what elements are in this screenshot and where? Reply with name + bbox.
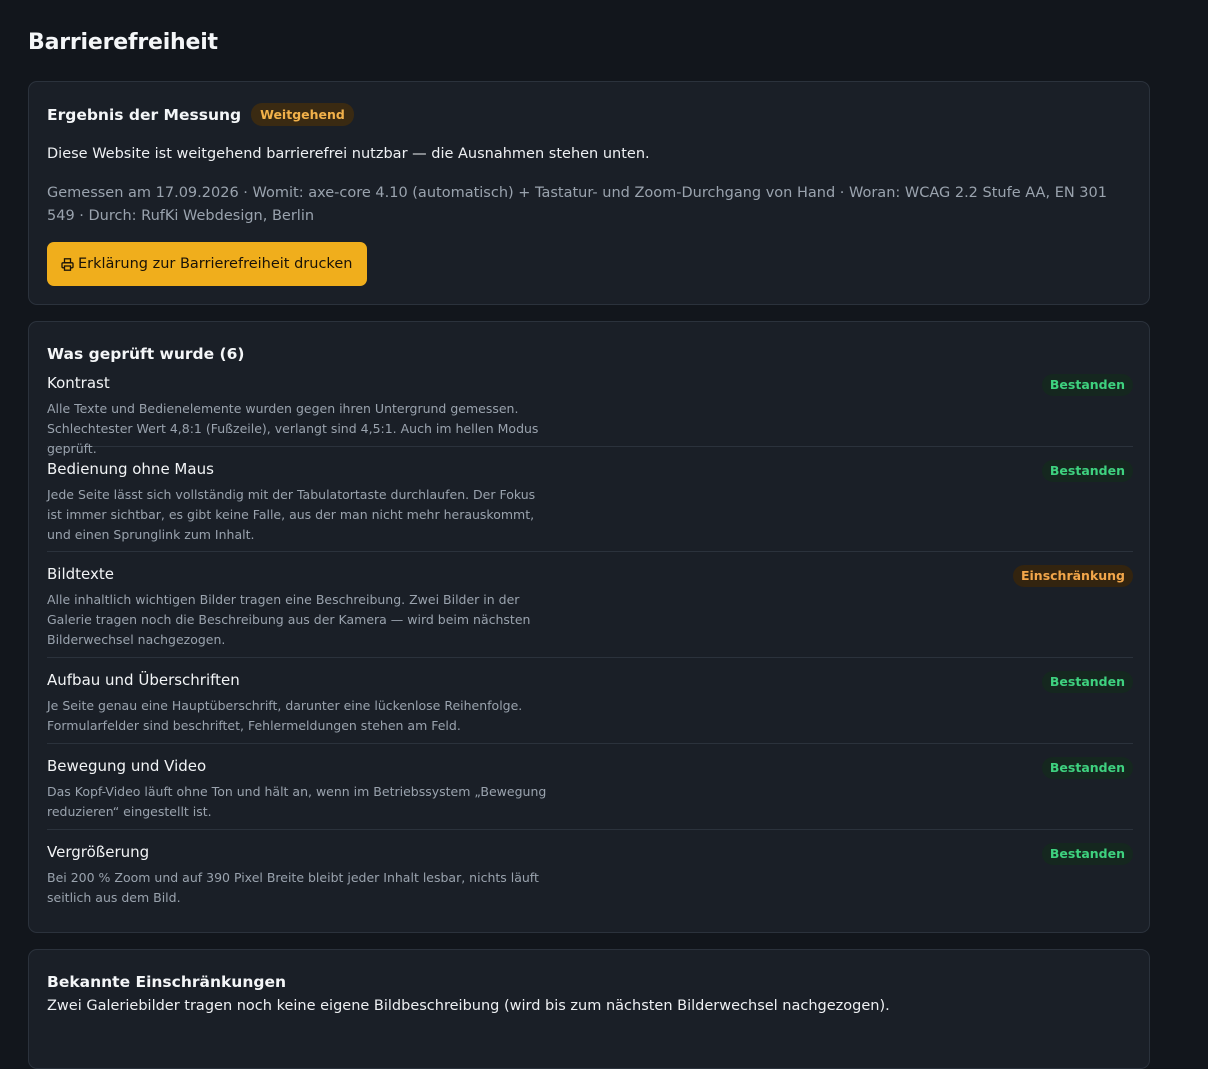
status-badge: Einschränkung	[1012, 565, 1133, 587]
check-name: Bewegung und Video	[47, 757, 207, 775]
check-name: Aufbau und Überschriften	[47, 671, 240, 689]
result-header: Ergebnis der Messung Weitgehend	[47, 103, 354, 126]
check-list: Kontrast Alle Texte und Bedienelemente w…	[47, 370, 1133, 916]
check-name: Bildtexte	[47, 565, 114, 583]
limitations-title: Bekannte Einschränkungen	[47, 973, 287, 991]
status-badge: Bestanden	[1041, 671, 1133, 693]
check-description: Je Seite genau eine Hauptüberschrift, da…	[47, 698, 523, 733]
page-title: Barrierefreiheit	[28, 30, 218, 55]
result-summary: Diese Website ist weitgehend barrierefre…	[47, 146, 650, 162]
check-item-bildtexte: Bildtexte Alle inhaltlich wichtigen Bild…	[47, 552, 1133, 658]
check-description: Das Kopf-Video läuft ohne Ton und hält a…	[47, 784, 547, 819]
status-badge: Bestanden	[1041, 843, 1133, 865]
print-button-label: Erklärung zur Barrierefreiheit drucken	[78, 256, 353, 272]
check-name: Vergrößerung	[47, 843, 150, 861]
status-badge: Bestanden	[1041, 460, 1133, 482]
limitations-card: Bekannte Einschränkungen Zwei Galeriebil…	[28, 949, 1150, 1069]
check-item-kontrast: Kontrast Alle Texte und Bedienelemente w…	[47, 370, 1133, 456]
check-name: Bedienung ohne Maus	[47, 460, 214, 478]
checks-title: Was geprüft wurde (6)	[47, 345, 245, 363]
checks-card: Was geprüft wurde (6) Kontrast Alle Text…	[28, 321, 1150, 933]
limitations-text: Zwei Galeriebilder tragen noch keine eig…	[47, 998, 890, 1014]
check-description: Jede Seite lässt sich vollständig mit de…	[47, 487, 536, 542]
check-description: Bei 200 % Zoom und auf 390 Pixel Breite …	[47, 870, 539, 905]
printer-icon	[61, 257, 74, 271]
result-status-badge: Weitgehend	[251, 103, 354, 126]
check-item-vergroesserung: Vergrößerung Bei 200 % Zoom und auf 390 …	[47, 830, 1133, 916]
result-title: Ergebnis der Messung	[47, 105, 242, 124]
check-item-bedienung-ohne-maus: Bedienung ohne Maus Jede Seite lässt sic…	[47, 447, 1133, 552]
print-statement-button[interactable]: Erklärung zur Barrierefreiheit drucken	[47, 242, 368, 286]
check-description: Alle inhaltlich wichtigen Bilder tragen …	[47, 592, 531, 647]
check-name: Kontrast	[47, 374, 110, 392]
check-item-bewegung: Bewegung und Video Das Kopf-Video läuft …	[47, 744, 1133, 830]
check-item-aufbau: Aufbau und Überschriften Je Seite genau …	[47, 658, 1133, 744]
result-meta: Gemessen am 17.09.2026 · Womit: axe-core…	[47, 185, 1107, 224]
status-badge: Bestanden	[1041, 757, 1133, 779]
result-card: Ergebnis der Messung Weitgehend Diese We…	[28, 81, 1150, 305]
status-badge: Bestanden	[1041, 374, 1133, 396]
